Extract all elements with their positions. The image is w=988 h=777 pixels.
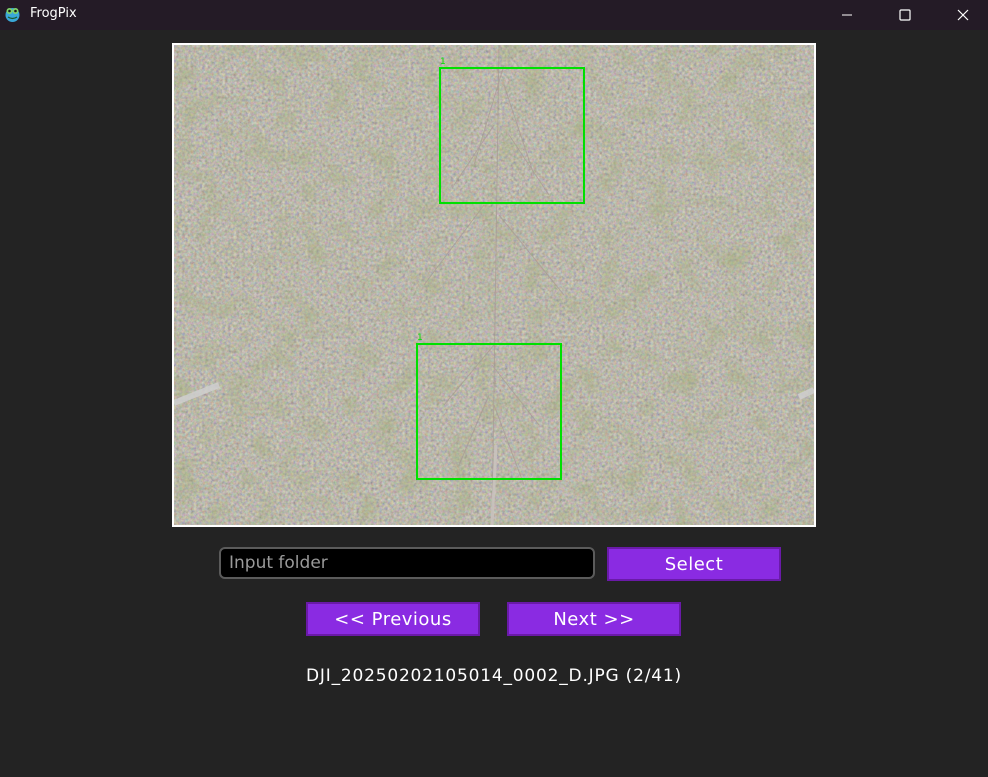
minimize-button[interactable] (818, 0, 876, 30)
detection-label: 1 (440, 57, 446, 67)
previous-button[interactable]: << Previous (306, 602, 480, 636)
input-folder-field[interactable] (219, 547, 595, 579)
close-button[interactable] (934, 0, 988, 30)
aerial-photo: 1 1 (174, 45, 814, 525)
title-bar: FrogPix (0, 0, 988, 30)
window-title: FrogPix (30, 6, 77, 21)
filename-status: DJI_20250202105014_0002_D.JPG (2/41) (306, 666, 682, 686)
next-button[interactable]: Next >> (507, 602, 681, 636)
maximize-icon (899, 9, 911, 21)
app-window: FrogPix 1 1 Input folder Select << Previ… (0, 0, 988, 777)
close-icon (957, 9, 969, 21)
select-button[interactable]: Select (607, 547, 781, 581)
image-viewer: 1 1 (172, 43, 816, 527)
detection-label: 1 (417, 333, 423, 343)
maximize-button[interactable] (876, 0, 934, 30)
frog-app-icon (4, 6, 21, 23)
minimize-icon (841, 9, 853, 21)
